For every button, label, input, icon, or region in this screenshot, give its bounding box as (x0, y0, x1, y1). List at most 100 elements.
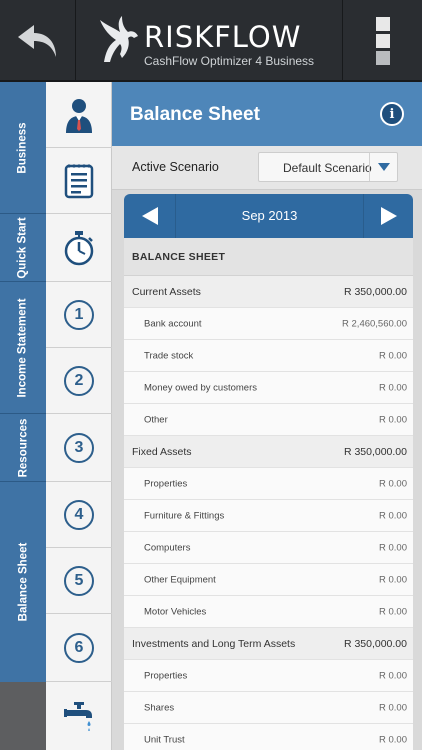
tab-income-statement-label: Income Statement (17, 297, 29, 398)
scenario-value: Default Scenario (283, 161, 372, 175)
riskflow-logo: RISKFLOW CashFlow Optimizer 4 Business (96, 12, 326, 72)
line-item-row[interactable]: Computers R 0.00 (124, 532, 413, 564)
sheet-title: BALANCE SHEET (132, 250, 226, 263)
previous-month-button[interactable] (124, 194, 176, 238)
line-item-row[interactable]: Money owed by customers R 0.00 (124, 372, 413, 404)
row-amount: R 0.00 (379, 350, 407, 361)
menu-bar-icon (375, 34, 390, 48)
line-item-row[interactable]: Furniture & Fittings R 0.00 (124, 500, 413, 532)
tab-resources-label: Resources (17, 418, 29, 477)
row-amount: R 0.00 (379, 414, 407, 425)
row-amount: R 0.00 (379, 734, 407, 745)
row-label: Properties (144, 478, 188, 489)
menu-bar-icon (375, 51, 390, 65)
row-label: Shares (144, 702, 175, 713)
tab-balance-sheet-label: Balance Sheet (17, 542, 29, 622)
arrow-right-icon (380, 207, 397, 225)
water-tap-icon (64, 702, 92, 731)
back-button[interactable] (0, 0, 76, 82)
step-6-button[interactable]: 6 (46, 614, 112, 682)
side-tabs: Business Quick Start Income Statement Re… (0, 82, 46, 750)
line-item-row[interactable]: Trade stock R 0.00 (124, 340, 413, 372)
tab-income-statement[interactable]: Income Statement (0, 282, 46, 414)
line-item-row[interactable]: Unit Trust R 0.00 (124, 724, 413, 750)
row-amount: R 0.00 (379, 478, 407, 489)
tab-resources[interactable]: Resources (0, 414, 46, 482)
back-arrow-icon (17, 25, 56, 57)
info-icon: i (389, 106, 395, 122)
line-item-row[interactable]: Bank account R 2,460,560.00 (124, 308, 413, 340)
current-month: Sep 2013 (241, 208, 298, 223)
tab-business-label: Business (17, 121, 30, 174)
row-label: Other (144, 414, 168, 425)
row-amount: R 350,000.00 (343, 445, 407, 458)
row-label: Money owed by customers (144, 382, 257, 393)
tab-balance-sheet[interactable]: Balance Sheet (0, 482, 46, 682)
row-label: Investments and Long Term Assets (132, 637, 296, 650)
next-month-button[interactable] (363, 194, 413, 238)
brand-name: RISKFLOW (144, 20, 302, 54)
icon-column: 1 2 3 4 5 6 (46, 82, 112, 750)
scenario-select[interactable]: Default Scenario (258, 152, 398, 182)
row-label: Trade stock (144, 350, 194, 361)
step-number-4: 4 (64, 499, 94, 530)
pegasus-logo-icon (100, 16, 138, 62)
brand-subtitle: CashFlow Optimizer 4 Business (144, 54, 315, 68)
tab-quick-start-label: Quick Start (17, 216, 30, 279)
row-amount: R 350,000.00 (343, 285, 407, 298)
tab-business[interactable]: Business (0, 82, 46, 214)
top-bar: RISKFLOW CashFlow Optimizer 4 Business (0, 0, 422, 82)
step-1-button[interactable]: 1 (46, 282, 112, 348)
row-label: Current Assets (132, 285, 201, 298)
row-amount: R 0.00 (379, 542, 407, 553)
arrow-left-icon (141, 207, 158, 225)
sheet-title-row: BALANCE SHEET (124, 238, 413, 276)
businessman-icon (66, 98, 92, 133)
quick-start-button[interactable] (46, 214, 112, 282)
menu-bar-icon (375, 17, 390, 31)
scenario-label: Active Scenario (132, 160, 219, 174)
step-5-button[interactable]: 5 (46, 548, 112, 614)
group-row[interactable]: Investments and Long Term Assets R 350,0… (124, 628, 413, 660)
line-item-row[interactable]: Properties R 0.00 (124, 468, 413, 500)
step-number-1: 1 (64, 299, 94, 330)
line-item-row[interactable]: Shares R 0.00 (124, 692, 413, 724)
menu-button[interactable] (342, 0, 422, 82)
row-label: Motor Vehicles (144, 606, 207, 617)
row-amount: R 0.00 (379, 510, 407, 521)
row-label: Computers (144, 542, 191, 553)
page-title: Balance Sheet (130, 104, 260, 125)
step-3-button[interactable]: 3 (46, 414, 112, 482)
group-row[interactable]: Fixed Assets R 350,000.00 (124, 436, 413, 468)
row-amount: R 2,460,560.00 (342, 318, 407, 329)
month-navigator: Sep 2013 (124, 194, 413, 238)
page-header: Balance Sheet i (112, 82, 422, 146)
line-item-row[interactable]: Motor Vehicles R 0.00 (124, 596, 413, 628)
step-number-3: 3 (64, 432, 94, 463)
row-amount: R 0.00 (379, 702, 407, 713)
stopwatch-icon (64, 230, 94, 265)
line-item-row[interactable]: Other Equipment R 0.00 (124, 564, 413, 596)
business-details-button[interactable] (46, 148, 112, 214)
row-amount: R 0.00 (379, 574, 407, 585)
group-row[interactable]: Current Assets R 350,000.00 (124, 276, 413, 308)
row-amount: R 0.00 (379, 382, 407, 393)
scenario-row: Active Scenario Default Scenario (112, 146, 422, 190)
line-item-row[interactable]: Other R 0.00 (124, 404, 413, 436)
right-gutter (413, 194, 422, 750)
line-item-row[interactable]: Properties R 0.00 (124, 660, 413, 692)
cashflow-tap-button[interactable] (46, 682, 112, 750)
row-label: Properties (144, 670, 188, 681)
side-tabs-footer (0, 682, 46, 750)
row-label: Furniture & Fittings (144, 510, 225, 521)
step-2-button[interactable]: 2 (46, 348, 112, 414)
app-screen: RISKFLOW CashFlow Optimizer 4 Business B… (0, 0, 422, 750)
tab-quick-start[interactable]: Quick Start (0, 214, 46, 282)
step-4-button[interactable]: 4 (46, 482, 112, 548)
row-amount: R 0.00 (379, 670, 407, 681)
row-amount: R 0.00 (379, 606, 407, 617)
step-number-6: 6 (64, 632, 94, 663)
business-profile-button[interactable] (46, 82, 112, 148)
dropdown-arrow-icon (369, 153, 397, 181)
info-button[interactable]: i (380, 102, 404, 126)
